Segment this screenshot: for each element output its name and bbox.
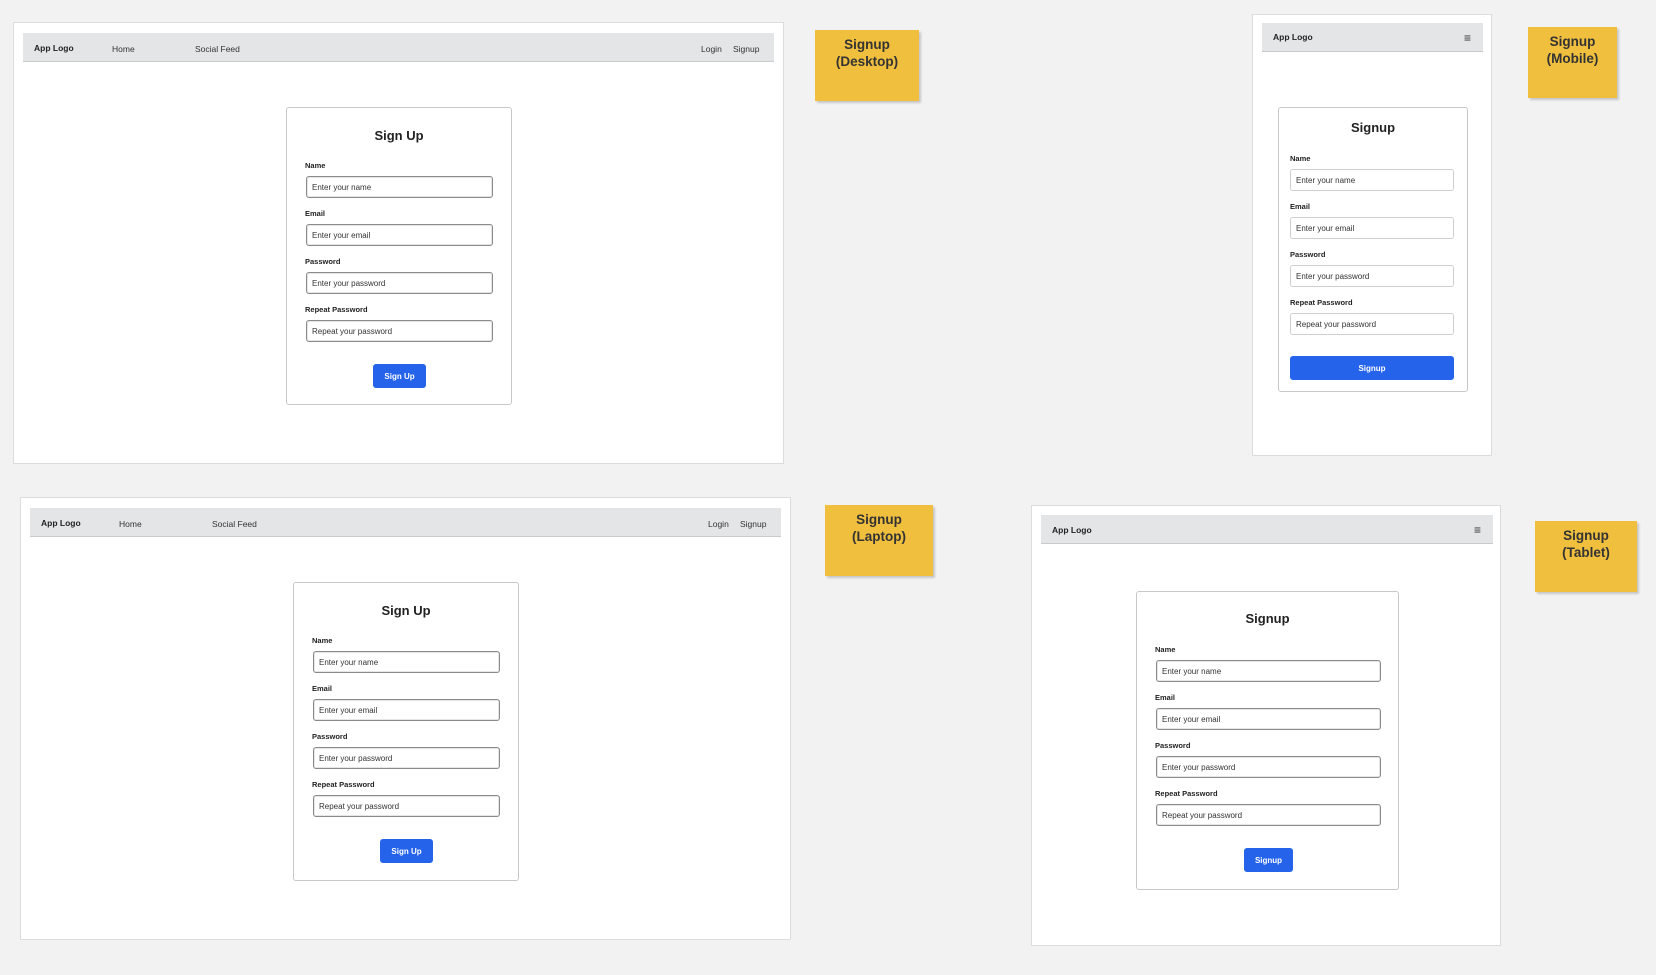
nav-social-feed-link[interactable]: Social Feed — [195, 44, 240, 54]
nav-signup-link[interactable]: Signup — [740, 519, 766, 529]
signup-button[interactable]: Signup — [1244, 848, 1293, 872]
laptop-navbar: App Logo Home Social Feed Login Signup — [30, 508, 781, 537]
email-label: Email — [1155, 693, 1176, 702]
repeat-password-label: Repeat Password — [305, 305, 368, 314]
tablet-frame: App Logo ≡ Signup Name Email Password Re… — [1031, 505, 1501, 946]
signup-card: Sign Up Name Email Password Repeat Passw… — [293, 582, 519, 881]
password-input[interactable] — [1290, 265, 1454, 287]
name-label: Name — [305, 161, 326, 170]
name-label: Name — [312, 636, 333, 645]
signup-card: Sign Up Name Email Password Repeat Passw… — [286, 107, 512, 405]
repeat-password-label: Repeat Password — [1155, 789, 1218, 798]
sticky-note-tablet: Signup (Tablet) — [1535, 521, 1637, 592]
sign-up-button[interactable]: Sign Up — [380, 839, 433, 863]
desktop-navbar: App Logo Home Social Feed Login Signup — [23, 33, 774, 62]
nav-social-feed-link[interactable]: Social Feed — [212, 519, 257, 529]
email-input[interactable] — [1156, 708, 1381, 730]
card-title: Sign Up — [374, 128, 424, 143]
email-input[interactable] — [306, 224, 493, 246]
sign-up-button[interactable]: Sign Up — [373, 364, 426, 388]
email-input[interactable] — [1290, 217, 1454, 239]
sticky-note-mobile: Signup (Mobile) — [1528, 27, 1617, 98]
repeat-password-input[interactable] — [306, 320, 493, 342]
email-label: Email — [305, 209, 326, 218]
sticky-note-laptop: Signup (Laptop) — [825, 505, 933, 576]
repeat-password-label: Repeat Password — [312, 780, 375, 789]
email-label: Email — [312, 684, 333, 693]
card-title: Signup — [1350, 120, 1396, 135]
mobile-navbar: App Logo ≡ — [1262, 23, 1483, 52]
mobile-frame: App Logo ≡ Signup Name Email Password Re… — [1252, 14, 1492, 456]
laptop-frame: App Logo Home Social Feed Login Signup S… — [20, 497, 791, 940]
name-label: Name — [1155, 645, 1176, 654]
app-logo[interactable]: App Logo — [41, 518, 81, 528]
card-title: Signup — [1245, 611, 1290, 626]
signup-card: Signup Name Email Password Repeat Passwo… — [1136, 591, 1399, 890]
app-logo[interactable]: App Logo — [34, 43, 74, 53]
password-input[interactable] — [313, 747, 500, 769]
signup-card: Signup Name Email Password Repeat Passwo… — [1278, 107, 1468, 392]
nav-login-link[interactable]: Login — [708, 519, 729, 529]
app-logo[interactable]: App Logo — [1273, 32, 1313, 42]
name-label: Name — [1290, 154, 1311, 163]
password-input[interactable] — [306, 272, 493, 294]
nav-home-link[interactable]: Home — [112, 44, 135, 54]
hamburger-menu-icon[interactable]: ≡ — [1464, 31, 1471, 45]
name-input[interactable] — [306, 176, 493, 198]
repeat-password-input[interactable] — [1156, 804, 1381, 826]
email-label: Email — [1290, 202, 1311, 211]
nav-login-link[interactable]: Login — [701, 44, 722, 54]
app-logo[interactable]: App Logo — [1052, 525, 1092, 535]
desktop-frame: App Logo Home Social Feed Login Signup S… — [13, 22, 784, 464]
password-label: Password — [312, 732, 348, 741]
hamburger-menu-icon[interactable]: ≡ — [1474, 523, 1481, 537]
password-label: Password — [305, 257, 341, 266]
password-label: Password — [1155, 741, 1191, 750]
name-input[interactable] — [1156, 660, 1381, 682]
card-title: Sign Up — [381, 603, 431, 618]
password-input[interactable] — [1156, 756, 1381, 778]
tablet-navbar: App Logo ≡ — [1041, 515, 1493, 544]
signup-button[interactable]: Signup — [1290, 356, 1454, 380]
nav-signup-link[interactable]: Signup — [733, 44, 759, 54]
name-input[interactable] — [1290, 169, 1454, 191]
name-input[interactable] — [313, 651, 500, 673]
nav-home-link[interactable]: Home — [119, 519, 142, 529]
password-label: Password — [1290, 250, 1326, 259]
sticky-note-desktop: Signup (Desktop) — [815, 30, 919, 101]
email-input[interactable] — [313, 699, 500, 721]
repeat-password-input[interactable] — [313, 795, 500, 817]
repeat-password-input[interactable] — [1290, 313, 1454, 335]
repeat-password-label: Repeat Password — [1290, 298, 1353, 307]
